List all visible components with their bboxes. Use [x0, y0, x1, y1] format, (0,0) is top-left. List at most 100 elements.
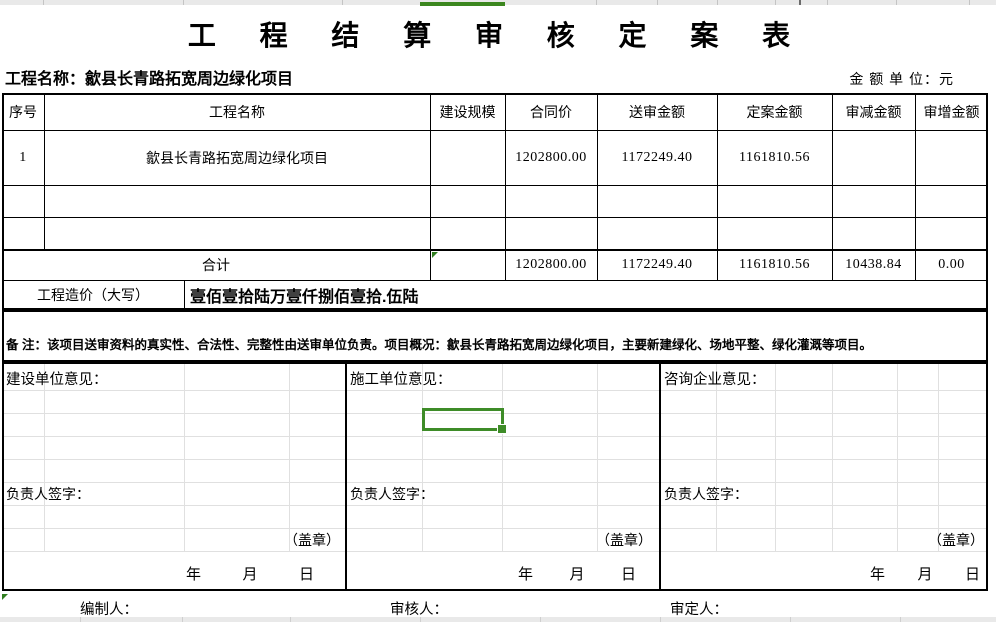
sign-label: 负责人签字：: [6, 484, 90, 504]
cell-seq[interactable]: 1: [2, 130, 44, 185]
grid-line: [4, 436, 986, 437]
year-label: 年: [186, 563, 201, 584]
grid-line: [969, 0, 970, 5]
total-label[interactable]: 合计: [2, 250, 430, 280]
page-break-tick: [799, 0, 801, 5]
month-label: 月: [917, 563, 932, 584]
date-line: 年 月 日: [518, 563, 636, 584]
error-indicator-triangle-icon: [2, 594, 8, 600]
grid-line: [4, 459, 986, 460]
note-label: 备 注：: [6, 338, 47, 352]
project-name-label: 工程名称：歙县长青路拓宽周边绿化项目: [5, 65, 293, 89]
selected-cell[interactable]: [422, 408, 504, 431]
header-contract[interactable]: 合同价: [505, 93, 597, 130]
opinion-title-contractor: 施工单位意见：: [350, 368, 452, 389]
grid-line: [717, 0, 718, 5]
header-review[interactable]: 送审金额: [597, 93, 717, 130]
grid-line: [4, 528, 986, 529]
grid-line: [832, 364, 833, 551]
grid-line: [290, 617, 291, 622]
seal-label: （盖章）: [844, 530, 984, 550]
seal-label: （盖章）: [512, 530, 652, 550]
grid-line: [422, 364, 423, 551]
grid-line: [900, 617, 901, 622]
note-text: 备 注：该项目送审资料的真实性、合法性、完整性由送审单位负责。项目概况：歙县长青…: [6, 334, 984, 353]
amount-words-value[interactable]: 壹佰壹拾陆万壹仟捌佰壹拾.伍陆: [184, 280, 988, 310]
date-line: 年 月 日: [186, 563, 314, 584]
day-label: 日: [965, 563, 980, 584]
section-divider: [659, 362, 661, 591]
error-indicator-triangle-icon: [432, 252, 438, 258]
month-label: 月: [569, 563, 584, 584]
total-scale[interactable]: [430, 250, 505, 280]
grid-line: [597, 364, 598, 551]
grid-line: [775, 364, 776, 551]
grid-line: [716, 364, 717, 551]
header-final[interactable]: 定案金额: [717, 93, 832, 130]
total-increase[interactable]: 0.00: [915, 250, 988, 280]
grid-line: [44, 364, 45, 551]
total-decrease[interactable]: 10438.84: [832, 250, 915, 280]
total-final[interactable]: 1161810.56: [717, 250, 832, 280]
opinions-box: [2, 362, 988, 591]
grid-line: [4, 390, 986, 391]
total-review[interactable]: 1172249.40: [597, 250, 717, 280]
grid-line: [596, 0, 597, 5]
total-contract[interactable]: 1202800.00: [505, 250, 597, 280]
amount-words-label[interactable]: 工程造价（大写）: [2, 280, 184, 310]
reviewer-label: 审核人：: [390, 598, 448, 619]
year-label: 年: [518, 563, 533, 584]
grid-line: [938, 364, 939, 551]
date-line: 年 月 日: [870, 563, 980, 584]
grid-line: [775, 0, 776, 5]
sheet-bottom-strip: [0, 617, 996, 622]
year-label: 年: [870, 563, 885, 584]
amount-unit-label: 金 额 单 位：元: [849, 69, 954, 89]
cell-review[interactable]: 1172249.40: [597, 130, 717, 185]
seal-label: （盖章）: [200, 530, 340, 550]
day-label: 日: [299, 563, 314, 584]
grid-line: [660, 617, 661, 622]
grid-line: [897, 364, 898, 551]
cell-empty[interactable]: [44, 185, 430, 217]
opinion-title-consultant: 咨询企业意见：: [664, 368, 766, 389]
selected-column-highlight: [420, 2, 505, 6]
opinion-title-construction: 建设单位意见：: [6, 368, 108, 389]
grid-line: [182, 617, 183, 622]
grid-line: [657, 0, 658, 5]
grid-line: [790, 617, 791, 622]
cell-final[interactable]: 1161810.56: [717, 130, 832, 185]
cell-empty[interactable]: [2, 185, 44, 217]
grid-line: [502, 364, 503, 551]
cell-empty[interactable]: [44, 217, 430, 250]
cell-decrease[interactable]: [832, 130, 915, 185]
grid-line: [4, 505, 986, 506]
grid-line: [43, 0, 44, 5]
month-label: 月: [242, 563, 257, 584]
cell-scale[interactable]: [430, 130, 505, 185]
approver-label: 审定人：: [670, 598, 728, 619]
header-scale[interactable]: 建设规模: [430, 93, 505, 130]
header-increase[interactable]: 审增金额: [915, 93, 988, 130]
page-title: 工 程 结 算 审 核 定 案 表: [0, 14, 996, 54]
header-decrease[interactable]: 审减金额: [832, 93, 915, 130]
sign-label: 负责人签字：: [664, 484, 748, 504]
spreadsheet-view: 工 程 结 算 审 核 定 案 表 工程名称：歙县长青路拓宽周边绿化项目 金 额…: [0, 0, 996, 622]
fill-handle[interactable]: [497, 424, 507, 434]
preparer-label: 编制人：: [80, 598, 138, 619]
grid-line: [183, 0, 184, 5]
header-name[interactable]: 工程名称: [44, 93, 430, 130]
grid-line: [80, 617, 81, 622]
grid-line: [4, 482, 986, 483]
grid-line: [289, 364, 290, 551]
cell-empty[interactable]: [2, 217, 44, 250]
day-label: 日: [621, 563, 636, 584]
header-seq[interactable]: 序号: [2, 93, 44, 130]
cell-increase[interactable]: [915, 130, 988, 185]
grid-line: [420, 617, 421, 622]
grid-line: [342, 0, 343, 5]
sign-label: 负责人签字：: [350, 484, 434, 504]
cell-contract[interactable]: 1202800.00: [505, 130, 597, 185]
cell-name[interactable]: 歙县长青路拓宽周边绿化项目: [44, 130, 430, 185]
grid-line: [540, 617, 541, 622]
